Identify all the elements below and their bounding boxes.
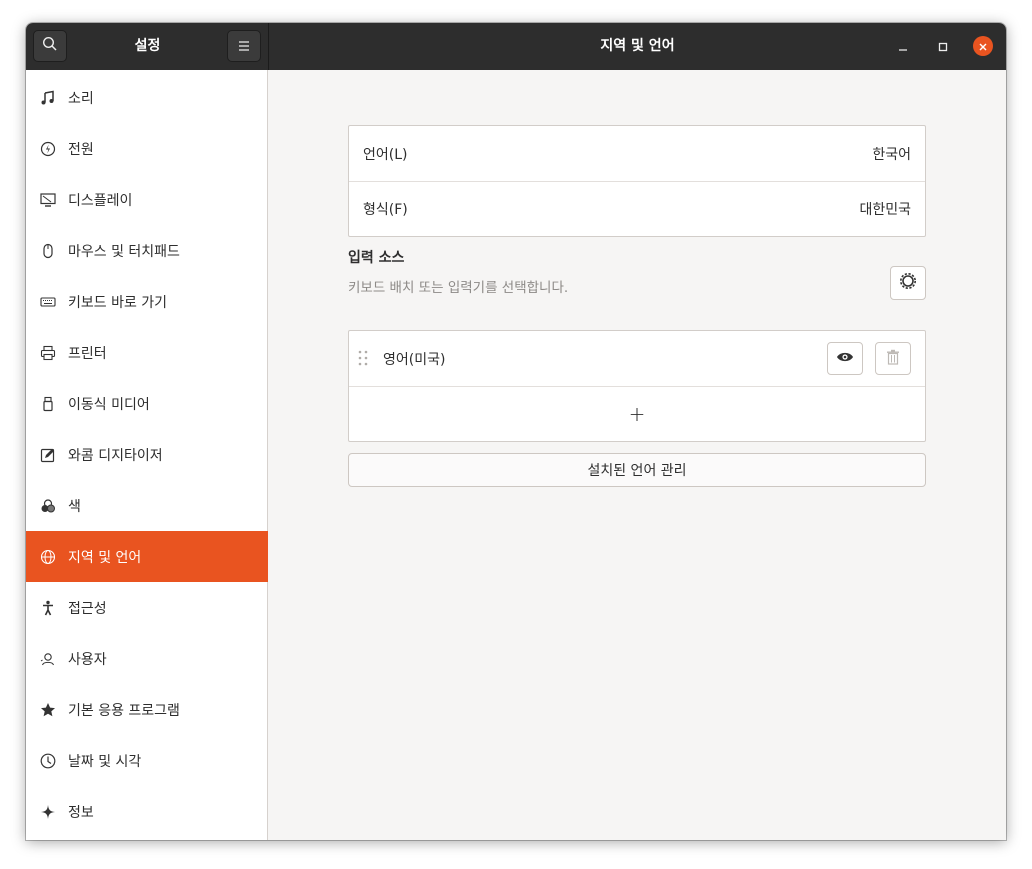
maximize-button[interactable] xyxy=(933,36,953,56)
add-icon: + xyxy=(628,402,646,426)
language-row[interactable]: 언어(L) 한국어 xyxy=(349,126,925,181)
add-input-source-row[interactable]: + xyxy=(349,386,925,441)
sidebar-item-region-language[interactable]: 지역 및 언어 xyxy=(26,531,268,582)
close-button[interactable] xyxy=(973,36,993,56)
sidebar-item-sound[interactable]: 소리 xyxy=(26,72,268,123)
input-sources-card: 영어(미국) + xyxy=(348,330,926,442)
display-icon xyxy=(39,191,57,209)
close-icon xyxy=(978,37,988,56)
sidebar-item-label: 사용자 xyxy=(68,651,107,668)
language-label: 언어(L) xyxy=(363,146,408,163)
sidebar-item-label: 프린터 xyxy=(68,345,107,362)
sparkle-icon xyxy=(39,803,57,821)
printer-icon xyxy=(39,344,57,362)
keyboard-icon xyxy=(39,293,57,311)
sidebar-item-label: 날짜 및 시각 xyxy=(68,753,142,770)
clock-icon xyxy=(39,752,57,770)
formats-label: 형식(F) xyxy=(363,202,408,218)
sidebar-item-label: 키보드 바로 가기 xyxy=(68,294,168,311)
search-button[interactable] xyxy=(33,30,67,62)
input-sources-title: 입력 소스 xyxy=(348,250,405,266)
input-sources-options-button[interactable] xyxy=(890,266,926,300)
hamburger-icon xyxy=(237,37,251,56)
usb-drive-icon xyxy=(39,395,57,413)
sidebar-item-display[interactable]: 디스플레이 xyxy=(26,174,268,225)
sidebar-item-removable-media[interactable]: 이동식 미디어 xyxy=(26,378,268,429)
sidebar-item-label: 색 xyxy=(68,498,81,515)
tablet-pen-icon xyxy=(39,446,57,464)
sidebar-item-accessibility[interactable]: 접근성 xyxy=(26,582,268,633)
power-icon xyxy=(39,140,57,158)
sidebar-item-about[interactable]: 정보 xyxy=(26,786,268,837)
drag-handle-icon[interactable] xyxy=(358,350,368,370)
accessibility-icon xyxy=(39,599,57,617)
sidebar-item-mouse[interactable]: 마우스 및 터치패드 xyxy=(26,225,268,276)
sidebar-item-users[interactable]: 사용자 xyxy=(26,633,268,684)
sidebar-item-default-apps[interactable]: 기본 응용 프로그램 xyxy=(26,684,268,735)
sidebar-item-keyboard[interactable]: 키보드 바로 가기 xyxy=(26,276,268,327)
input-source-label: 영어(미국) xyxy=(383,351,446,368)
menu-button[interactable] xyxy=(227,30,261,62)
preview-layout-button[interactable] xyxy=(827,342,863,375)
main-panel: 언어(L) 한국어 형식(F) 대한민국 입력 소스 키보드 배치 또는 입력기… xyxy=(269,70,1006,840)
sidebar-item-date-time[interactable]: 날짜 및 시각 xyxy=(26,735,268,786)
region-card: 언어(L) 한국어 형식(F) 대한민국 xyxy=(348,125,926,237)
search-icon xyxy=(42,36,58,56)
trash-icon xyxy=(886,349,900,369)
sidebar-item-label: 와콤 디지타이저 xyxy=(68,447,163,464)
sidebar-item-label: 디스플레이 xyxy=(68,192,133,209)
sidebar-item-color[interactable]: 색 xyxy=(26,480,268,531)
sidebar-item-label: 기본 응용 프로그램 xyxy=(68,702,180,719)
sidebar: 소리 전원 디스플레이 마우스 및 터치패드 키보드 바로 가기 프린터 이동식… xyxy=(26,70,268,840)
sidebar-item-label: 소리 xyxy=(68,90,94,107)
remove-input-source-button[interactable] xyxy=(875,342,911,375)
sidebar-item-label: 마우스 및 터치패드 xyxy=(68,243,180,260)
sidebar-item-label: 정보 xyxy=(68,804,94,821)
language-value: 한국어 xyxy=(872,146,911,163)
manage-languages-button[interactable]: 설치된 언어 관리 xyxy=(348,453,926,487)
gear-icon xyxy=(899,272,917,294)
minimize-icon xyxy=(898,37,908,56)
input-source-row[interactable]: 영어(미국) xyxy=(349,331,925,386)
star-icon xyxy=(39,701,57,719)
settings-window: 설정 지역 및 언어 소리 전원 디스플레이 마우스 및 터치패드 키보드 바로… xyxy=(26,23,1006,840)
color-circles-icon xyxy=(39,497,57,515)
header-bar: 설정 지역 및 언어 xyxy=(26,23,1006,70)
sidebar-item-power[interactable]: 전원 xyxy=(26,123,268,174)
formats-value: 대한민국 xyxy=(859,202,911,218)
minimize-button[interactable] xyxy=(893,36,913,56)
formats-row[interactable]: 형식(F) 대한민국 xyxy=(349,181,925,236)
sidebar-item-label: 접근성 xyxy=(68,600,107,617)
sidebar-item-wacom[interactable]: 와콤 디지타이저 xyxy=(26,429,268,480)
sidebar-item-label: 이동식 미디어 xyxy=(68,396,150,413)
globe-icon xyxy=(39,548,57,566)
mouse-icon xyxy=(39,242,57,260)
music-note-icon xyxy=(39,89,57,107)
sidebar-item-label: 지역 및 언어 xyxy=(68,549,142,566)
maximize-icon xyxy=(938,37,948,56)
input-sources-subtitle: 키보드 배치 또는 입력기를 선택합니다. xyxy=(348,280,569,296)
users-icon xyxy=(39,650,57,668)
sidebar-item-label: 전원 xyxy=(68,141,94,158)
sidebar-item-printers[interactable]: 프린터 xyxy=(26,327,268,378)
eye-icon xyxy=(836,351,854,367)
